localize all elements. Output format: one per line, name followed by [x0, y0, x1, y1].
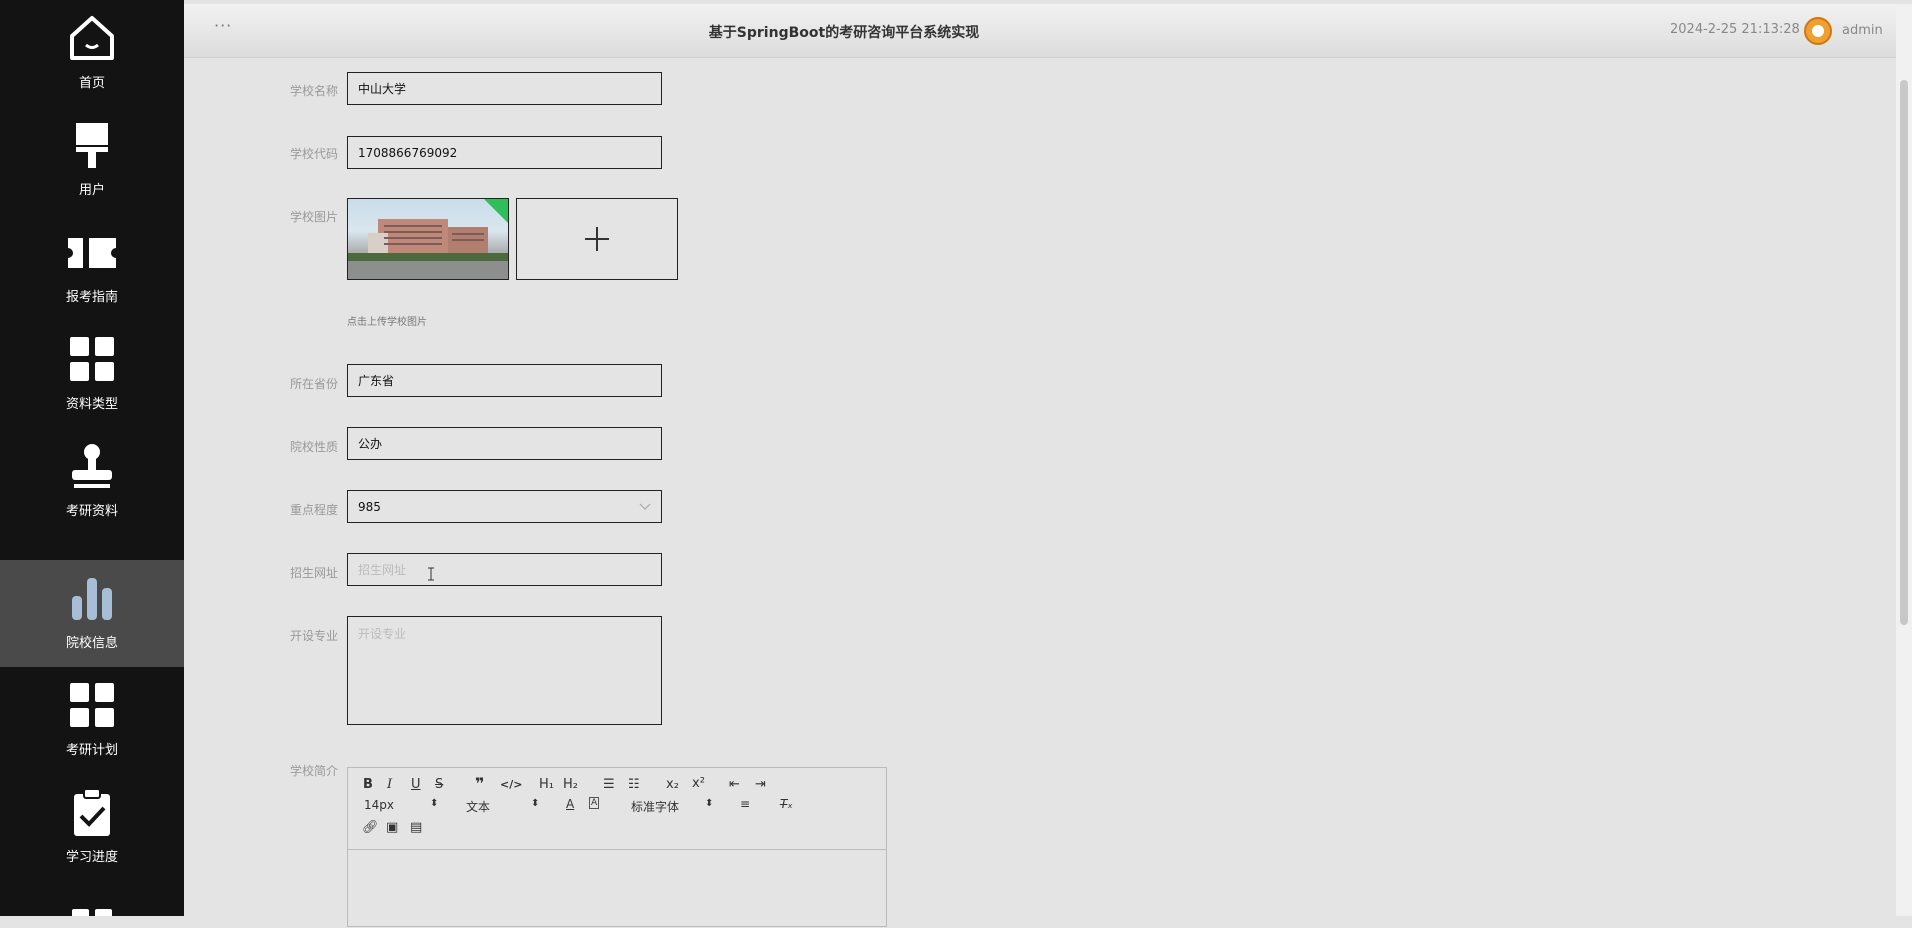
scrollbar[interactable]	[1896, 4, 1912, 916]
avatar[interactable]	[1804, 17, 1832, 45]
video-icon[interactable]: ▤	[410, 820, 422, 835]
image-upload-button[interactable]	[516, 198, 678, 280]
code-icon[interactable]: </>	[500, 778, 522, 791]
user-name[interactable]: admin	[1842, 23, 1883, 38]
image-icon[interactable]: ▣	[386, 820, 398, 835]
heading-1-button[interactable]: H₁	[539, 777, 554, 792]
grid-icon	[72, 904, 112, 916]
key-level-value: 985	[358, 499, 381, 514]
plus-icon	[585, 227, 609, 251]
stamp-icon	[64, 438, 120, 494]
bold-button[interactable]: B	[363, 777, 373, 792]
font-size-select[interactable]: 14px	[364, 798, 394, 812]
clear-format-icon[interactable]: T̶ₓ	[780, 797, 793, 811]
school-code-input[interactable]	[347, 136, 662, 169]
sidebar-item-guide[interactable]: 报考指南	[0, 214, 184, 321]
sidebar-item-materials[interactable]: 考研资料	[0, 428, 184, 535]
subscript-button[interactable]: x₂	[666, 777, 679, 792]
heading-2-button[interactable]: H₂	[563, 777, 578, 792]
top-bar: ··· 基于SpringBoot的考研咨询平台系统实现 2024-2-25 21…	[184, 4, 1896, 58]
text-cursor-icon	[428, 567, 434, 581]
sidebar-item-users[interactable]: 用户	[0, 107, 184, 214]
quote-icon[interactable]: ❞	[475, 774, 484, 793]
link-icon[interactable]: 🔗︎	[362, 820, 379, 835]
sidebar-item-label: 资料类型	[65, 397, 118, 412]
nature-input[interactable]	[347, 427, 662, 460]
grid-icon	[64, 677, 120, 733]
school-image-thumbnail[interactable]	[347, 198, 509, 280]
school-name-label: 学校名称	[289, 84, 338, 98]
home-icon	[64, 10, 120, 66]
province-input[interactable]	[347, 364, 662, 397]
website-label: 招生网址	[289, 566, 338, 580]
chevron-updown-icon: ⬍	[430, 798, 439, 809]
sidebar-item-home[interactable]: 首页	[0, 0, 184, 107]
intro-label: 学校简介	[289, 764, 338, 778]
page-title: 基于SpringBoot的考研咨询平台系统实现	[708, 25, 980, 41]
sidebar-item-label: 考研资料	[65, 504, 118, 519]
outdent-icon[interactable]: ⇤	[729, 777, 740, 792]
underline-button[interactable]: U	[411, 777, 421, 792]
chevron-updown-icon: ⬍	[531, 798, 540, 809]
key-level-label: 重点程度	[289, 503, 338, 517]
majors-textarea[interactable]	[347, 616, 662, 725]
sidebar-item-plan[interactable]: 考研计划	[0, 667, 184, 774]
editor-content[interactable]	[348, 850, 886, 928]
bullet-list-icon[interactable]: ☷	[628, 777, 640, 792]
upload-hint: 点击上传学校图片	[347, 317, 427, 328]
sidebar-item-label: 首页	[78, 76, 105, 91]
rich-text-editor: B I U S ❞ </> H₁ H₂ ☰ ☷ x₂ x² ⇤ ⇥ 14px ⬍…	[347, 767, 887, 927]
indent-icon[interactable]: ⇥	[755, 777, 766, 792]
school-image-label: 学校图片	[289, 210, 338, 224]
strike-button[interactable]: S	[435, 777, 443, 792]
sidebar-item-label: 考研计划	[65, 743, 118, 758]
majors-label: 开设专业	[289, 629, 338, 643]
block-type-select[interactable]: 文本	[466, 798, 490, 815]
bar-chart-icon	[64, 570, 120, 626]
school-code-label: 学校代码	[289, 147, 338, 161]
province-label: 所在省份	[289, 377, 338, 391]
font-family-select[interactable]: 标准字体	[631, 798, 679, 815]
ticket-icon	[64, 224, 120, 280]
chevron-down-icon	[639, 503, 651, 510]
sidebar-item-label: 用户	[78, 183, 105, 198]
align-icon[interactable]: ≡	[740, 797, 750, 811]
sidebar-item-label: 学习进度	[65, 850, 118, 865]
nature-label: 院校性质	[289, 440, 338, 454]
sidebar-item-progress[interactable]: 学习进度	[0, 774, 184, 881]
editor-toolbar: B I U S ❞ </> H₁ H₂ ☰ ☷ x₂ x² ⇤ ⇥ 14px ⬍…	[348, 768, 886, 850]
superscript-button[interactable]: x²	[692, 776, 705, 791]
brush-icon	[64, 117, 120, 173]
background-color-icon[interactable]: A	[589, 797, 600, 809]
current-datetime: 2024-2-25 21:13:28	[1670, 22, 1800, 37]
sidebar-item-school-info[interactable]: 院校信息	[0, 560, 184, 667]
sidebar-item-label: 院校信息	[65, 636, 118, 651]
font-color-icon[interactable]: A	[566, 797, 574, 811]
italic-button[interactable]: I	[387, 777, 392, 792]
chevron-updown-icon: ⬍	[705, 798, 714, 809]
sidebar-item-label: 报考指南	[65, 290, 118, 305]
grid-icon	[64, 331, 120, 387]
ordered-list-icon[interactable]: ☰	[603, 777, 615, 792]
key-level-select[interactable]: 985	[347, 490, 662, 523]
sidebar-item-material-type[interactable]: 资料类型	[0, 321, 184, 428]
school-name-input[interactable]	[347, 72, 662, 105]
scrollbar-thumb[interactable]	[1900, 80, 1908, 625]
website-input[interactable]	[347, 553, 662, 586]
sidebar: 首页 用户 报考指南 资料类型 考研资料 院校信息 考研计划 学习进度	[0, 0, 184, 916]
clipboard-check-icon	[64, 784, 120, 840]
